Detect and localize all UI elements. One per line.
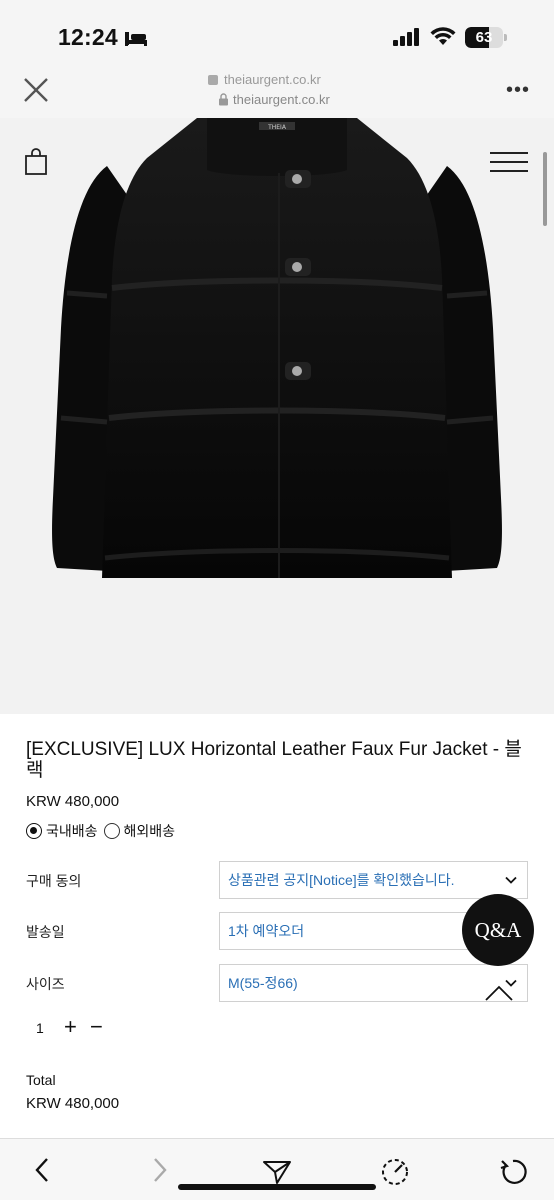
hamburger-menu-icon[interactable]: [490, 152, 528, 172]
product-price: KRW 480,000: [26, 793, 120, 810]
ship-date-label: 발송일: [26, 924, 65, 940]
send-icon[interactable]: [262, 1159, 292, 1185]
product-title: [EXCLUSIVE] LUX Horizontal Leather Faux …: [26, 739, 522, 781]
more-icon[interactable]: •••: [506, 80, 530, 100]
wifi-icon: [430, 27, 456, 45]
status-time: 12:24: [58, 24, 118, 50]
cellular-signal-icon: [393, 28, 419, 46]
close-icon[interactable]: [22, 76, 50, 104]
battery-tip: [504, 34, 507, 41]
speed-dial-icon[interactable]: [380, 1157, 410, 1187]
purchase-agreement-value: 상품관련 공지[Notice]를 확인했습니다.: [228, 872, 455, 888]
battery-percent: 63: [475, 29, 493, 46]
domestic-shipping-label[interactable]: 국내배송: [46, 821, 98, 841]
purchase-agreement-select[interactable]: 상품관련 공지[Notice]를 확인했습니다.: [219, 861, 528, 899]
browser-toolbar: [0, 1139, 554, 1200]
favicon-icon: [208, 75, 218, 85]
total-value: KRW 480,000: [26, 1095, 120, 1112]
back-icon[interactable]: [34, 1157, 50, 1183]
size-label: 사이즈: [26, 976, 65, 992]
overseas-shipping-radio[interactable]: [103, 823, 120, 839]
quantity-plus-button[interactable]: +: [64, 1014, 77, 1040]
shopping-bag-icon[interactable]: [24, 148, 48, 176]
qa-button[interactable]: Q&A: [462, 894, 534, 966]
scrollbar[interactable]: [543, 152, 547, 226]
url-address[interactable]: theiaurgent.co.kr: [218, 92, 330, 107]
forward-icon[interactable]: [152, 1157, 168, 1183]
reload-icon[interactable]: [498, 1157, 528, 1187]
browser-url-bar: theiaurgent.co.kr theiaurgent.co.kr •••: [0, 62, 554, 118]
jacket-image: THEIA: [52, 118, 502, 578]
total-label: Total: [26, 1072, 56, 1088]
chevron-down-icon: [505, 876, 517, 884]
domestic-shipping-radio[interactable]: [26, 823, 42, 839]
quantity-minus-button[interactable]: −: [90, 1014, 103, 1040]
size-select[interactable]: M(55-정66): [219, 964, 528, 1002]
url-label: theiaurgent.co.kr: [233, 92, 330, 107]
url-ghost-text: theiaurgent.co.kr: [208, 72, 321, 87]
overseas-shipping-label[interactable]: 해외배송: [124, 821, 176, 841]
scroll-top-icon[interactable]: [484, 984, 514, 1002]
size-value: M(55-정66): [228, 975, 298, 991]
home-indicator[interactable]: [178, 1184, 376, 1190]
sleep-mode-icon: [125, 32, 147, 46]
battery-indicator: 63: [465, 27, 507, 48]
status-bar: 12:24 63: [0, 0, 554, 62]
lock-icon: [219, 93, 228, 106]
product-image: THEIA: [0, 118, 554, 714]
url-ghost-label: theiaurgent.co.kr: [224, 72, 321, 87]
brand-tag-label: THEIA: [267, 124, 287, 131]
shipping-options: 국내배송 해외배송: [26, 821, 181, 841]
quantity-value[interactable]: 1: [36, 1020, 44, 1036]
purchase-agreement-label: 구매 동의: [26, 873, 82, 889]
ship-date-value: 1차 예약오더: [228, 923, 305, 939]
